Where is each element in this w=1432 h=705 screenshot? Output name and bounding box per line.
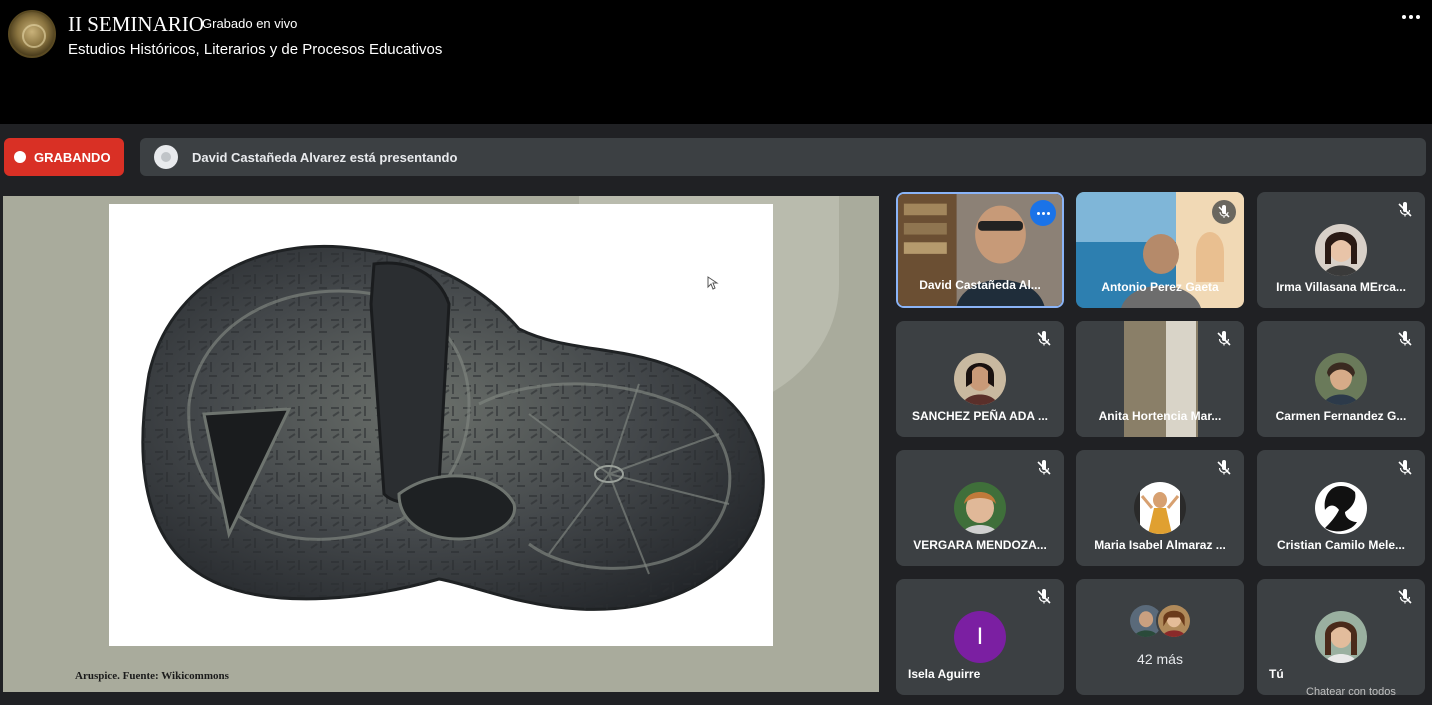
participant-tile[interactable]: Maria Isabel Almaraz ... bbox=[1076, 450, 1244, 566]
mouse-cursor-icon bbox=[707, 276, 719, 290]
speaking-indicator-icon bbox=[1030, 200, 1056, 226]
participant-tile[interactable]: Anita Hortencia Mar... bbox=[1076, 321, 1244, 437]
stream-subtitle: Estudios Históricos, Literarios y de Pro… bbox=[68, 41, 443, 58]
participant-avatar bbox=[1315, 353, 1367, 405]
participant-avatar bbox=[1315, 224, 1367, 276]
participant-tile[interactable]: VERGARA MENDOZA... bbox=[896, 450, 1064, 566]
participant-name: Carmen Fernandez G... bbox=[1275, 409, 1407, 423]
mic-off-icon bbox=[1037, 589, 1051, 604]
live-tag: Grabado en vivo bbox=[202, 16, 298, 31]
mic-off-icon bbox=[1398, 202, 1412, 217]
participant-name: SANCHEZ PEÑA ADA ... bbox=[911, 409, 1048, 423]
participant-name: Cristian Camilo Mele... bbox=[1276, 538, 1406, 552]
bronze-artifact-image bbox=[141, 244, 765, 611]
meeting-area: GRABANDO David Castañeda Alvarez está pr… bbox=[0, 124, 1432, 705]
presentation-screen: Aruspice. Fuente: Wikicommons bbox=[3, 196, 879, 692]
stream-header: II SEMINARIO Grabado en vivo Estudios Hi… bbox=[0, 0, 1432, 124]
chat-with-everyone-hint[interactable]: Chatear con todos bbox=[1306, 686, 1396, 698]
participant-avatar bbox=[954, 482, 1006, 534]
record-dot-icon bbox=[14, 151, 26, 163]
participant-name: David Castañeda Al... bbox=[919, 278, 1041, 292]
mic-off-icon bbox=[1037, 331, 1051, 346]
presenting-text: David Castañeda Alvarez está presentando bbox=[192, 149, 458, 165]
participant-tile[interactable]: Carmen Fernandez G... bbox=[1257, 321, 1425, 437]
slide-caption: Aruspice. Fuente: Wikicommons bbox=[75, 670, 229, 682]
participant-name: Antonio Perez Gaeta bbox=[1101, 280, 1219, 294]
mic-off-icon bbox=[1398, 589, 1412, 604]
slide-canvas bbox=[109, 204, 773, 646]
overflow-avatars bbox=[1128, 603, 1194, 643]
participant-avatar bbox=[1315, 611, 1367, 663]
mic-off-icon bbox=[1217, 331, 1231, 346]
stream-title[interactable]: II SEMINARIO bbox=[68, 12, 204, 37]
mic-off-icon bbox=[1212, 200, 1236, 224]
recording-badge[interactable]: GRABANDO bbox=[4, 138, 124, 176]
participant-avatar bbox=[1315, 482, 1367, 534]
mic-off-icon bbox=[1037, 460, 1051, 475]
participant-initial-avatar: I bbox=[954, 611, 1006, 663]
participant-tile[interactable]: Cristian Camilo Mele... bbox=[1257, 450, 1425, 566]
self-tile[interactable]: Tú bbox=[1257, 579, 1425, 695]
participant-tile[interactable]: Irma Villasana MErca... bbox=[1257, 192, 1425, 308]
more-participants-count: 42 más bbox=[1137, 651, 1183, 667]
channel-seal-icon[interactable] bbox=[8, 10, 56, 58]
participant-tile[interactable]: SANCHEZ PEÑA ADA ... bbox=[896, 321, 1064, 437]
participant-name: Isela Aguirre bbox=[908, 667, 981, 681]
participant-name: Irma Villasana MErca... bbox=[1276, 280, 1406, 294]
more-participants-tile[interactable]: 42 más bbox=[1076, 579, 1244, 695]
participant-name: VERGARA MENDOZA... bbox=[913, 538, 1047, 552]
presenter-icon bbox=[154, 145, 178, 169]
participant-name: Anita Hortencia Mar... bbox=[1098, 409, 1222, 423]
participant-tile[interactable]: I Isela Aguirre bbox=[896, 579, 1064, 695]
participant-tile[interactable]: Antonio Perez Gaeta bbox=[1076, 192, 1244, 308]
mic-off-icon bbox=[1398, 331, 1412, 346]
participant-name: Maria Isabel Almaraz ... bbox=[1094, 538, 1226, 552]
participant-tile[interactable]: David Castañeda Al... bbox=[896, 192, 1064, 308]
more-horizontal-icon[interactable] bbox=[1400, 8, 1422, 26]
mic-off-icon bbox=[1217, 460, 1231, 475]
presenting-banner: David Castañeda Alvarez está presentando bbox=[140, 138, 1426, 176]
recording-label: GRABANDO bbox=[34, 149, 111, 165]
participant-avatar bbox=[954, 353, 1006, 405]
mic-off-icon bbox=[1398, 460, 1412, 475]
participant-name: Tú bbox=[1269, 667, 1284, 681]
participant-avatar bbox=[1156, 603, 1192, 639]
participant-avatar bbox=[1134, 482, 1186, 534]
